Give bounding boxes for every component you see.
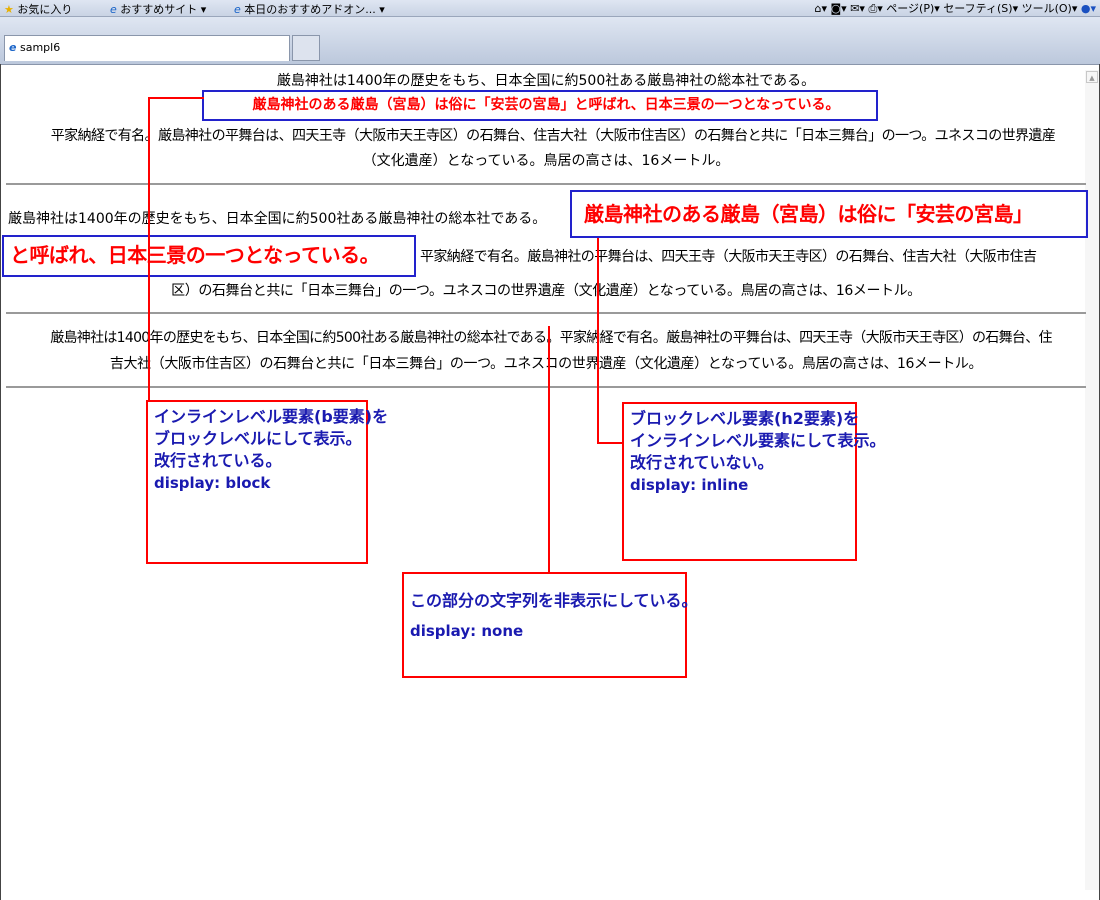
suggested-sites-link[interactable]: e おすすめサイト ▾ xyxy=(110,1,207,16)
divider-1 xyxy=(6,183,1086,185)
feeds-icon[interactable]: ◙▾ xyxy=(831,2,847,15)
scroll-up-arrow-icon[interactable]: ▲ xyxy=(1086,71,1098,83)
highlight-box-heading2-part1 xyxy=(570,190,1088,238)
command-bar: ⌂▾ ◙▾ ✉▾ ⎙▾ ページ(P)▾ セーフティ(S)▾ ツール(O)▾ ●▾ xyxy=(814,2,1096,15)
connector-inline-horizontal xyxy=(597,442,625,444)
connector-block-vertical xyxy=(148,97,150,402)
divider-2 xyxy=(6,312,1086,314)
print-icon[interactable]: ⎙▾ xyxy=(868,2,882,15)
connector-none-vertical xyxy=(548,326,550,574)
chevron-down-icon: ▾ xyxy=(200,3,207,16)
highlight-box-heading1 xyxy=(202,90,878,121)
connector-inline-vertical xyxy=(597,238,599,444)
chevron-down-icon: ▾ xyxy=(379,3,385,16)
tab-strip: e sampl6 xyxy=(0,17,1100,65)
section2-paragraph1: 厳島神社は1400年の歴史をもち、日本全国に約500社ある厳島神社の総本社である… xyxy=(8,211,547,227)
section1-paragraph2-line1: 平家納経で有名。厳島神社の平舞台は、四天王寺（大阪市天王寺区）の石舞台、住吉大社… xyxy=(50,128,1056,144)
section1-paragraph2-line2: （文化遺産）となっている。鳥居の高さは、16メートル。 xyxy=(362,153,730,169)
ie-icon: e xyxy=(110,3,117,16)
tab-sampl6[interactable]: e sampl6 xyxy=(4,35,290,61)
highlight-box-heading2-part2 xyxy=(2,235,416,277)
favorites-bar: ★ お気に入り e おすすめサイト ▾ e 本日のおすすめアドオン... ▾ ⌂… xyxy=(0,0,1100,17)
tools-menu[interactable]: ツール(O) xyxy=(1022,2,1072,15)
mail-icon[interactable]: ✉▾ xyxy=(850,2,865,15)
help-icon[interactable]: ●▾ xyxy=(1081,2,1096,15)
connector-block-horizontal xyxy=(148,97,204,99)
section3-line1: 厳島神社は1400年の歴史をもち、日本全国に約500社ある厳島神社の総本社である… xyxy=(50,330,1052,346)
section2-paragraph2-line1: 平家納経で有名。厳島神社の平舞台は、四天王寺（大阪市天王寺区）の石舞台、住吉大社… xyxy=(420,249,1037,265)
section2-paragraph2-line2: 区）の石舞台と共に「日本三舞台」の一つ。ユネスコの世界遺産（文化遺産）となってい… xyxy=(171,283,921,299)
page-menu[interactable]: ページ(P) xyxy=(886,2,934,15)
home-icon[interactable]: ⌂▾ xyxy=(814,2,827,15)
star-icon: ★ xyxy=(4,3,14,16)
favorites-button[interactable]: ★ お気に入り xyxy=(4,1,72,16)
safety-menu[interactable]: セーフティ(S) xyxy=(943,2,1012,15)
section1-paragraph1: 厳島神社は1400年の歴史をもち、日本全国に約500社ある厳島神社の総本社である… xyxy=(276,73,816,89)
section3-line2: 吉大社（大阪市住吉区）の石舞台と共に「日本三舞台」の一つ。ユネスコの世界遺産（文… xyxy=(109,356,983,372)
new-tab-button[interactable] xyxy=(292,35,320,61)
ie-page-icon: e xyxy=(9,41,17,54)
note-display-none: この部分の文字列を非表示にしている。 display: none xyxy=(402,572,698,678)
addons-link[interactable]: e 本日のおすすめアドオン... ▾ xyxy=(234,1,385,16)
ie-icon: e xyxy=(234,3,241,16)
note-display-block: インラインレベル要素(b要素)を ブロックレベルにして表示。 改行されている。 … xyxy=(146,400,388,564)
note-display-inline: ブロックレベル要素(h2要素)を インラインレベル要素にして表示。 改行されてい… xyxy=(622,402,886,561)
divider-3 xyxy=(6,386,1086,388)
